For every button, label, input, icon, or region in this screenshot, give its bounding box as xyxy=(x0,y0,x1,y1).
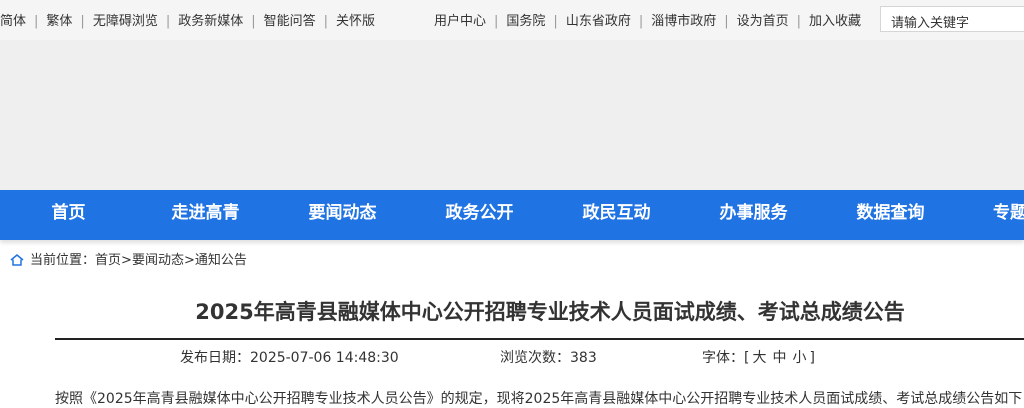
divider: | xyxy=(80,14,85,29)
font-size-large-button[interactable]: 大 xyxy=(752,350,766,366)
nav-item-gov-affairs[interactable]: 政务公开 xyxy=(411,190,548,240)
divider: | xyxy=(638,14,644,29)
breadcrumb-prefix: 当前位置： xyxy=(30,253,96,268)
link-state-council[interactable]: 国务院 xyxy=(506,14,545,29)
main-nav: 首页 走进高青 要闻动态 政务公开 政民互动 办事服务 数据查询 专题 xyxy=(0,190,1024,240)
link-accessibility[interactable]: 无障碍浏览 xyxy=(93,14,158,29)
publish-date-value: 2025-07-06 14:48:30 xyxy=(250,350,399,366)
article-body-first-line: 按照《2025年高青县融媒体中心公开招聘专业技术人员公告》的规定，现将2025年… xyxy=(55,391,1024,407)
nav-item-data-query[interactable]: 数据查询 xyxy=(822,190,959,240)
breadcrumb: 当前位置：首页>要闻动态>通知公告 xyxy=(10,249,247,268)
divider: | xyxy=(796,14,802,29)
home-icon xyxy=(10,254,24,266)
link-add-favorite[interactable]: 加入收藏 xyxy=(809,14,861,29)
link-smart-qa[interactable]: 智能问答 xyxy=(264,14,316,29)
nav-item-about[interactable]: 走进高青 xyxy=(137,190,274,240)
divider: | xyxy=(724,14,729,29)
divider: | xyxy=(553,14,558,29)
view-count: 浏览次数：383 xyxy=(500,347,597,367)
breadcrumb-current[interactable]: 通知公告 xyxy=(195,253,247,268)
divider: | xyxy=(34,14,39,29)
nav-item-home[interactable]: 首页 xyxy=(0,190,137,240)
nav-item-topics[interactable]: 专题 xyxy=(993,190,1024,240)
font-size-bracket: ] xyxy=(809,350,815,366)
view-count-label: 浏览次数： xyxy=(500,350,570,366)
divider: | xyxy=(251,14,256,29)
font-size-label: 字体：[ xyxy=(702,350,750,366)
breadcrumb-home[interactable]: 首页 xyxy=(95,253,121,268)
top-right-links: 用户中心 | 国务院 | 山东省政府 | 淄博市政府 | 设为首页 | 加入收藏 xyxy=(434,10,861,29)
search-input[interactable]: 请输入关键字 xyxy=(880,6,1024,32)
font-size-small-button[interactable]: 小 xyxy=(792,350,806,366)
divider: | xyxy=(323,14,329,29)
divider: | xyxy=(494,14,499,29)
top-left-links: 简体 | 繁体 | 无障碍浏览 | 政务新媒体 | 智能问答 | 关怀版 xyxy=(0,10,375,29)
divider: | xyxy=(165,14,171,29)
breadcrumb-separator: > xyxy=(183,253,195,268)
nav-item-services[interactable]: 办事服务 xyxy=(685,190,822,240)
breadcrumb-separator: > xyxy=(121,253,132,268)
top-utility-bar: 简体 | 繁体 | 无障碍浏览 | 政务新媒体 | 智能问答 | 关怀版 用户中心 | 国务院 | 山东省政… xyxy=(0,0,1024,40)
publish-date: 发布日期：2025-07-06 14:48:30 xyxy=(180,347,399,367)
article-title: 2025年高青县融媒体中心公开招聘专业技术人员面试成绩、考试总成绩公告 xyxy=(195,300,905,324)
breadcrumb-section[interactable]: 要闻动态 xyxy=(132,253,184,268)
font-size-medium-button[interactable]: 中 xyxy=(772,350,786,366)
link-shandong-gov[interactable]: 山东省政府 xyxy=(566,14,631,29)
nav-item-news[interactable]: 要闻动态 xyxy=(274,190,411,240)
header-banner xyxy=(0,40,1024,190)
font-size-control: 字体：[大中小] xyxy=(702,347,815,367)
link-care-version[interactable]: 关怀版 xyxy=(336,14,375,29)
link-simplified[interactable]: 简体 xyxy=(0,14,26,29)
view-count-value: 383 xyxy=(570,350,597,366)
link-zibo-gov[interactable]: 淄博市政府 xyxy=(651,14,716,29)
link-gov-new-media[interactable]: 政务新媒体 xyxy=(178,14,243,29)
nav-item-interaction[interactable]: 政民互动 xyxy=(548,190,685,240)
publish-date-label: 发布日期： xyxy=(180,350,250,366)
link-user-center[interactable]: 用户中心 xyxy=(434,14,486,29)
link-set-homepage[interactable]: 设为首页 xyxy=(737,14,789,29)
title-divider xyxy=(55,338,1024,340)
link-traditional[interactable]: 繁体 xyxy=(46,14,72,29)
